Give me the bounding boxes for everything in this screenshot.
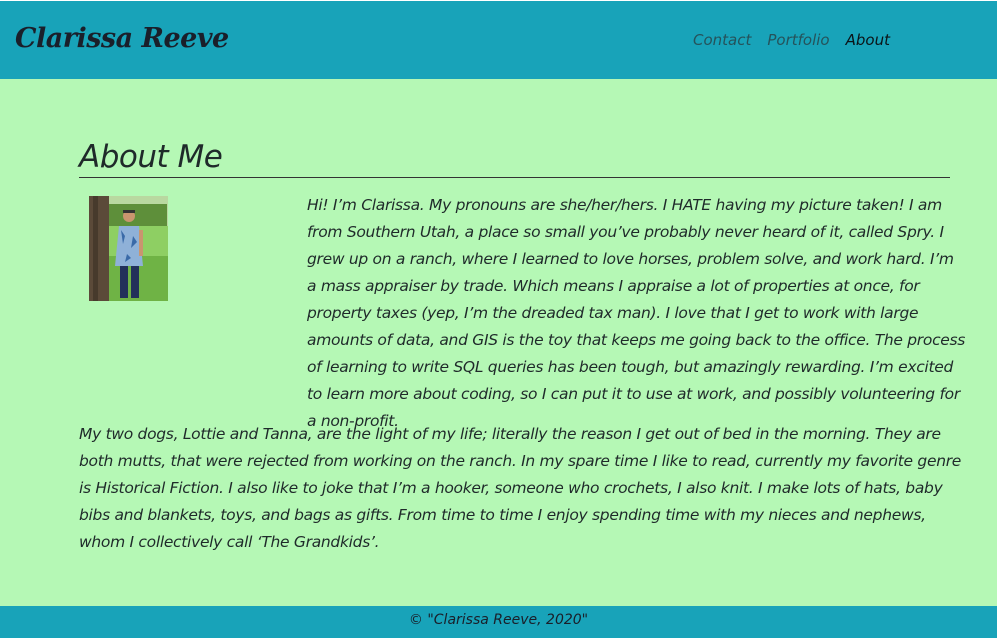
site-brand[interactable]: Clarissa Reeve xyxy=(15,23,229,54)
main-nav: Contact Portfolio About xyxy=(693,31,890,49)
site-footer: © "Clarissa Reeve, 2020" xyxy=(0,606,997,638)
intro-paragraph: Hi! I’m Clarissa. My pronouns are she/he… xyxy=(307,196,966,430)
nav-link-contact[interactable]: Contact xyxy=(693,31,751,49)
about-paragraph: My two dogs, Lottie and Tanna, are the l… xyxy=(79,425,962,551)
intro-section: Hi! I’m Clarissa. My pronouns are she/he… xyxy=(79,192,965,430)
page-title: About Me xyxy=(79,138,950,178)
page: Clarissa Reeve Contact Portfolio About A… xyxy=(0,0,997,638)
nav-link-about[interactable]: About xyxy=(846,31,890,49)
nav-link-portfolio[interactable]: Portfolio xyxy=(767,31,829,49)
main-content: About Me Hi! I’m Clarissa. My pronouns a… xyxy=(79,138,965,551)
copyright-text: © "Clarissa Reeve, 2020" xyxy=(408,612,589,628)
profile-photo xyxy=(89,196,168,301)
site-header: Clarissa Reeve Contact Portfolio About xyxy=(0,0,997,79)
